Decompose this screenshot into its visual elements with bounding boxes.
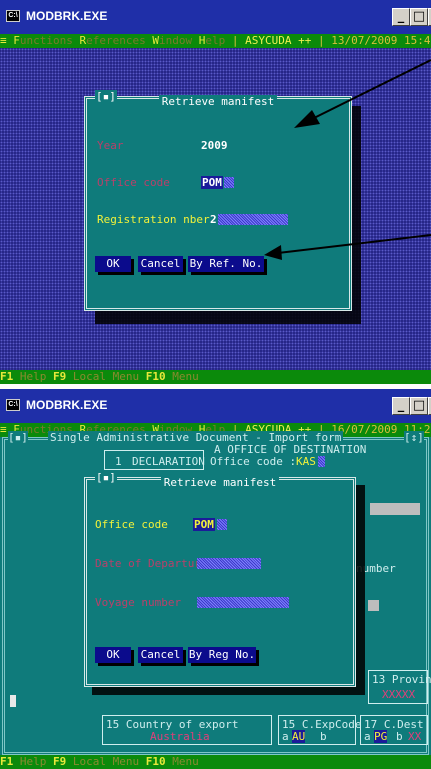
by-reg-no-button[interactable]: By Reg No.: [188, 647, 256, 663]
voyage-number-label: Voyage number: [95, 596, 182, 609]
status-help[interactable]: F1 Help: [0, 755, 46, 768]
office-code-field[interactable]: POM: [193, 518, 215, 531]
form-close-icon[interactable]: [▪]: [8, 431, 28, 444]
menu-references[interactable]: References: [79, 34, 145, 47]
declaration-label: DECLARATION: [132, 455, 205, 468]
menu-window[interactable]: Window: [152, 34, 192, 47]
status-bar: F1 Help F9 Local Menu F10 Menu: [0, 370, 431, 384]
form-area: [▪] Single Administrative Document - Imp…: [0, 431, 431, 755]
dest-code-b-value[interactable]: XX: [408, 730, 421, 743]
exp-code-a-value[interactable]: AU: [292, 730, 306, 743]
office-code-value[interactable]: KAS: [296, 455, 316, 468]
app-name: ASYCUDA ++: [245, 34, 312, 47]
console-icon: C:\: [6, 399, 20, 411]
dest-code-a: a: [364, 730, 371, 743]
status-local-menu[interactable]: F9 Local Menu: [53, 370, 139, 383]
departure-date-label: Date of Departure: [95, 557, 208, 570]
window-top: C:\ MODBRK.EXE _ □ x ≡ Functions Referen…: [0, 0, 431, 384]
retrieve-manifest-dialog: Retrieve manifest [▪] Office code POM Da…: [84, 471, 356, 687]
office-code-label: Office code: [95, 518, 168, 531]
declaration-number: 1: [115, 455, 122, 468]
voyage-number-field[interactable]: [197, 597, 289, 608]
form-gray-square[interactable]: [368, 600, 379, 611]
dialog-close-icon[interactable]: [▪]: [95, 471, 117, 484]
dest-code-b: b: [396, 730, 403, 743]
minimize-button[interactable]: _: [392, 397, 410, 415]
datetime: 13/07/2009 15:49:3: [331, 34, 431, 47]
province-label: 13 Provinc: [372, 673, 431, 686]
status-help[interactable]: F1 Help: [0, 370, 46, 383]
system-menu-icon[interactable]: ≡: [0, 34, 13, 47]
office-code-label: Office code :: [210, 455, 297, 468]
form-gray-field[interactable]: [370, 503, 420, 515]
menu-help[interactable]: Help: [199, 34, 226, 47]
country-export-value[interactable]: Australia: [150, 730, 210, 743]
province-value[interactable]: XXXXX: [382, 688, 415, 701]
maximize-button[interactable]: □: [410, 8, 428, 26]
arrow-line-1: [309, 59, 431, 121]
title-bar[interactable]: C:\ MODBRK.EXE _ □ x: [0, 389, 431, 423]
menu-bar: ≡ Functions References Window Help | ASY…: [0, 34, 431, 48]
form-resize-icon[interactable]: [↕]: [404, 431, 424, 444]
annotation-arrows: [264, 59, 431, 260]
menu-functions[interactable]: Functions: [13, 34, 73, 47]
title-bar[interactable]: C:\ MODBRK.EXE _ □ x: [0, 0, 431, 34]
dest-code-a-value[interactable]: PG: [374, 730, 388, 743]
dialog-title: Retrieve manifest: [160, 476, 280, 489]
maximize-button[interactable]: □: [410, 397, 428, 415]
cancel-button[interactable]: Cancel: [138, 647, 183, 663]
office-code-field-pad[interactable]: [217, 519, 227, 530]
window-bottom: C:\ MODBRK.EXE _ □ x ≡ Functions Referen…: [0, 389, 431, 769]
status-menu[interactable]: F10 Menu: [146, 370, 199, 383]
status-menu[interactable]: F10 Menu: [146, 755, 199, 768]
minimize-button[interactable]: _: [392, 8, 410, 26]
status-bar: F1 Help F9 Local Menu F10 Menu: [0, 755, 431, 769]
window-title: MODBRK.EXE: [26, 9, 108, 23]
arrow-line-2: [277, 234, 431, 254]
desktop: Retrieve manifest [▪] Year 2009 Office c…: [0, 48, 431, 370]
exp-code-a: a: [282, 730, 289, 743]
window-title: MODBRK.EXE: [26, 398, 108, 412]
status-local-menu[interactable]: F9 Local Menu: [53, 755, 139, 768]
console-icon: C:\: [6, 10, 20, 22]
arrow-head-2: [264, 245, 282, 260]
ok-button[interactable]: OK: [95, 647, 131, 663]
office-code-pad[interactable]: [318, 456, 325, 467]
arrow-head-1: [294, 110, 320, 128]
exp-code-b: b: [320, 730, 327, 743]
form-left-marker: [10, 695, 16, 707]
departure-date-field[interactable]: [197, 558, 261, 569]
